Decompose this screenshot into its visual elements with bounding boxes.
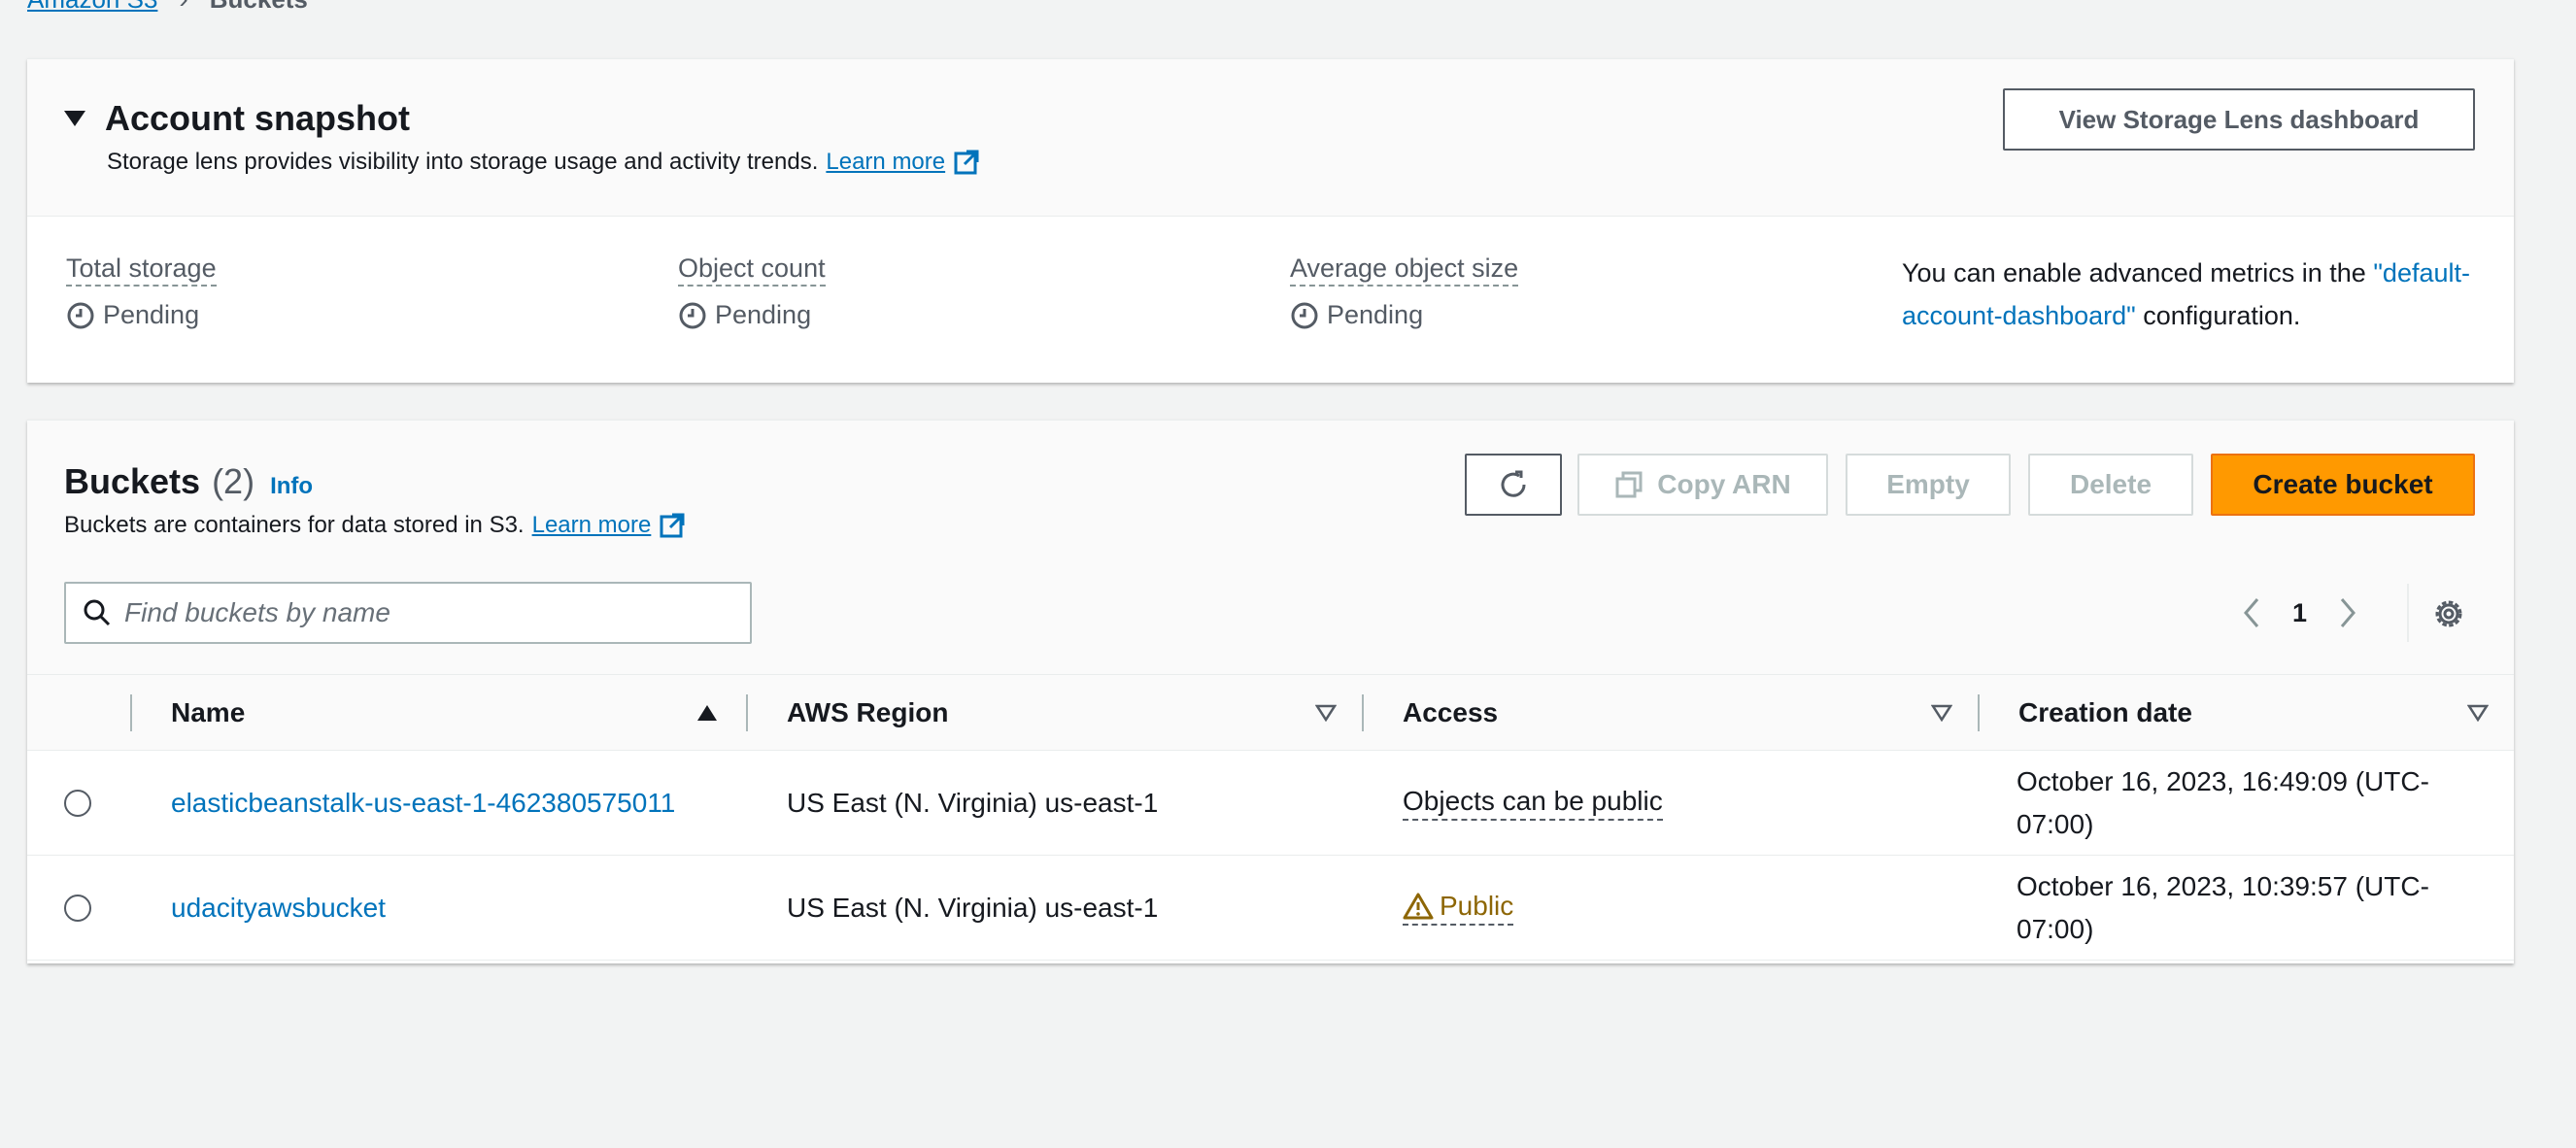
caret-down-icon	[64, 111, 85, 126]
bucket-creation-date: October 16, 2023, 16:49:09 (UTC-07:00)	[2017, 766, 2429, 839]
snapshot-learn-more-link[interactable]: Learn more	[826, 149, 945, 176]
advanced-metrics-prefix: You can enable advanced metrics in the	[1902, 258, 2366, 287]
bucket-region: US East (N. Virginia) us-east-1	[787, 893, 1159, 923]
search-input[interactable]	[124, 597, 707, 628]
search-field[interactable]	[64, 582, 752, 644]
buckets-title-group: Buckets (2) Info	[64, 461, 313, 502]
account-snapshot-description: Storage lens provides visibility into st…	[107, 149, 980, 176]
buckets-description: Buckets are containers for data stored i…	[64, 512, 686, 539]
sort-icon[interactable]	[2467, 704, 2489, 722]
bucket-name-link[interactable]: elasticbeanstalk-us-east-1-462380575011	[171, 788, 675, 819]
refresh-button[interactable]	[1465, 454, 1562, 516]
column-access[interactable]: Access	[1403, 675, 1947, 751]
buckets-title: Buckets	[64, 461, 201, 501]
pager-divider	[2407, 584, 2409, 642]
column-region-label: AWS Region	[787, 697, 949, 727]
column-divider[interactable]	[1362, 694, 1364, 731]
metric-label[interactable]: Total storage	[66, 253, 217, 287]
view-storage-lens-button[interactable]: View Storage Lens dashboard	[2003, 88, 2475, 151]
sort-icon[interactable]	[1931, 704, 1952, 722]
column-divider[interactable]	[746, 694, 748, 731]
buckets-header: Buckets (2) Info Buckets are containers …	[27, 421, 2514, 675]
bucket-creation-date: October 16, 2023, 10:39:57 (UTC-07:00)	[2017, 871, 2429, 944]
column-divider	[130, 694, 132, 731]
advanced-metrics-suffix: configuration.	[2143, 301, 2301, 330]
current-page[interactable]: 1	[2292, 598, 2307, 628]
column-creation-date-label: Creation date	[2018, 697, 2192, 727]
column-region[interactable]: AWS Region	[787, 675, 1331, 751]
create-bucket-button[interactable]: Create bucket	[2211, 454, 2475, 516]
bucket-name-link[interactable]: udacityawsbucket	[171, 893, 386, 924]
clock-icon	[679, 302, 706, 328]
column-creation-date[interactable]: Creation date	[2018, 675, 2446, 751]
account-snapshot-header: Account snapshot Storage lens provides v…	[27, 59, 2514, 217]
table-row[interactable]: elasticbeanstalk-us-east-1-462380575011 …	[27, 751, 2514, 856]
empty-button[interactable]: Empty	[1846, 454, 2011, 516]
snapshot-description-text: Storage lens provides visibility into st…	[107, 149, 819, 175]
advanced-metrics-note: You can enable advanced metrics in the "…	[1902, 252, 2485, 337]
copy-arn-label: Copy ARN	[1657, 469, 1791, 499]
clock-icon	[67, 302, 94, 328]
breadcrumb-amazon-s3[interactable]: Amazon S3	[27, 0, 157, 15]
buckets-count: (2)	[212, 461, 255, 501]
metric-value-text: Pending	[715, 300, 812, 329]
metric-average-object-size: Average object size Pending	[1290, 253, 1519, 330]
column-access-label: Access	[1403, 697, 1499, 727]
row-select-radio[interactable]	[64, 790, 91, 817]
buckets-learn-more-link[interactable]: Learn more	[532, 512, 652, 539]
external-link-icon[interactable]	[953, 149, 980, 176]
refresh-icon	[1501, 470, 1526, 497]
table-row[interactable]: udacityawsbucket US East (N. Virginia) u…	[27, 856, 2514, 961]
metric-value: Pending	[1290, 300, 1518, 330]
bucket-access-label: Public	[1440, 891, 1514, 921]
account-snapshot-title: Account snapshot	[105, 98, 411, 138]
column-name-label: Name	[171, 697, 246, 727]
table-header: Name AWS Region Access Creation date	[27, 675, 2514, 751]
chevron-right-icon[interactable]	[2336, 595, 2359, 630]
metric-label[interactable]: Object count	[678, 253, 826, 287]
delete-button[interactable]: Delete	[2028, 454, 2193, 516]
bucket-access-public[interactable]: Public	[1403, 891, 1514, 926]
gear-icon[interactable]	[2430, 595, 2467, 632]
account-snapshot-toggle[interactable]: Account snapshot	[64, 98, 410, 139]
bucket-region: US East (N. Virginia) us-east-1	[787, 788, 1159, 818]
bucket-access[interactable]: Objects can be public	[1403, 786, 1663, 821]
metric-value-text: Pending	[103, 300, 200, 329]
external-link-icon[interactable]	[659, 512, 686, 539]
copy-arn-button[interactable]: Copy ARN	[1577, 454, 1828, 516]
sort-icon[interactable]	[1315, 704, 1337, 722]
account-snapshot-panel: Account snapshot Storage lens provides v…	[27, 58, 2514, 383]
copy-icon	[1615, 471, 1643, 498]
metric-label[interactable]: Average object size	[1290, 253, 1519, 287]
clock-icon	[1291, 302, 1318, 328]
pagination: 1	[2240, 586, 2359, 640]
search-icon	[84, 599, 111, 626]
breadcrumb: Amazon S3 › Buckets	[27, 0, 308, 14]
warning-icon	[1403, 893, 1434, 920]
metric-value: Pending	[678, 300, 826, 330]
chevron-left-icon[interactable]	[2240, 595, 2263, 630]
metric-total-storage: Total storage Pending	[66, 253, 217, 330]
metric-value-text: Pending	[1327, 300, 1424, 329]
column-divider[interactable]	[1978, 694, 1980, 731]
buckets-description-text: Buckets are containers for data stored i…	[64, 512, 525, 538]
chevron-right-icon: ›	[179, 0, 187, 15]
metric-value: Pending	[66, 300, 217, 330]
metric-object-count: Object count Pending	[678, 253, 826, 330]
buckets-panel: Buckets (2) Info Buckets are containers …	[27, 420, 2514, 963]
breadcrumb-current: Buckets	[210, 0, 308, 15]
column-name[interactable]: Name	[171, 675, 754, 751]
row-select-radio[interactable]	[64, 895, 91, 922]
sort-ascending-icon[interactable]	[697, 705, 717, 721]
info-link[interactable]: Info	[270, 473, 313, 500]
